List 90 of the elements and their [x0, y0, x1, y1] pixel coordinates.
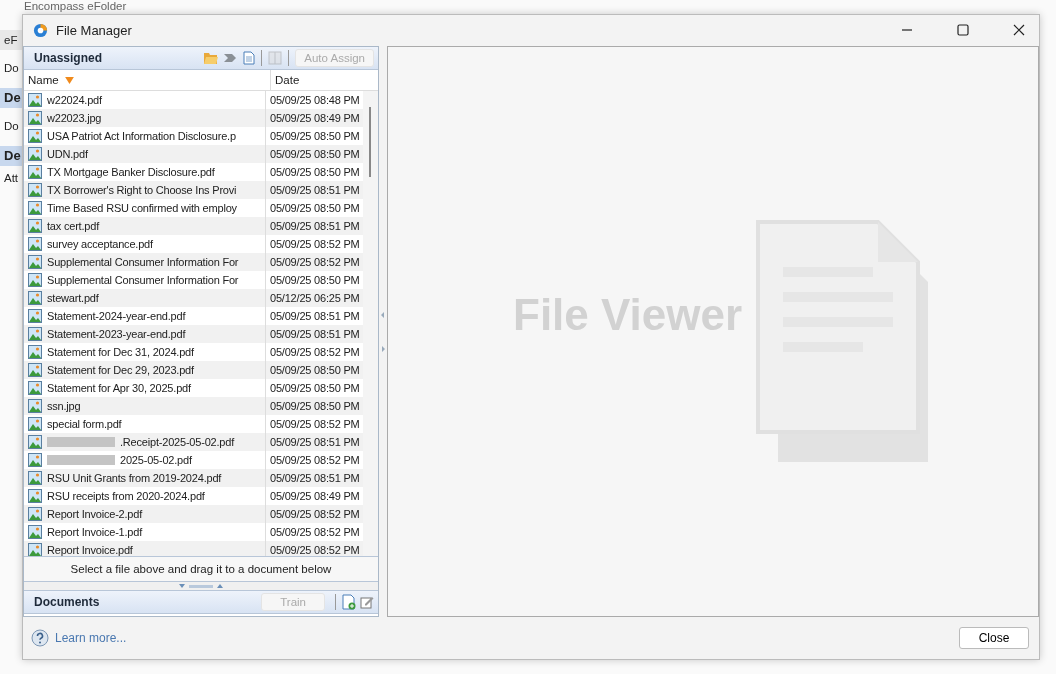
date-cell-text: 05/09/25 08:50 PM	[269, 363, 361, 378]
date-cell-text: 05/09/25 08:51 PM	[269, 327, 361, 342]
image-file-icon	[28, 345, 42, 359]
panel-title: Documents	[34, 595, 100, 609]
date-cell-text: 05/09/25 08:52 PM	[269, 237, 361, 252]
column-header[interactable]: Date	[271, 70, 378, 90]
background-label: eF	[0, 30, 22, 50]
edit-icon[interactable]	[360, 595, 374, 609]
background-label: Do	[3, 119, 20, 134]
date-cell-text: 05/09/25 08:51 PM	[269, 471, 361, 486]
help-icon[interactable]	[31, 629, 49, 647]
image-file-icon	[28, 165, 42, 179]
file-name-cell[interactable]: Statement-2023-year-end.pdf	[24, 325, 266, 343]
date-cell-text: 05/09/25 08:50 PM	[269, 399, 361, 414]
file-name-cell[interactable]: Statement for Dec 29, 2023.pdf	[24, 361, 266, 379]
collapse-arrows-icon[interactable]	[381, 311, 385, 352]
date-cell-text: 05/09/25 08:52 PM	[269, 417, 361, 432]
file-name-cell[interactable]: ssn.jpg	[24, 397, 266, 415]
file-name-cell[interactable]: w22023.jpg	[24, 109, 266, 127]
background-label: De	[0, 88, 22, 108]
image-file-icon	[28, 525, 42, 539]
image-file-icon	[28, 111, 42, 125]
file-name-cell[interactable]: RSU Unit Grants from 2019-2024.pdf	[24, 469, 266, 487]
image-file-icon	[28, 219, 42, 233]
image-file-icon	[28, 363, 42, 377]
image-file-icon	[28, 201, 42, 215]
image-file-icon	[28, 399, 42, 413]
date-cell-text: 05/09/25 08:51 PM	[269, 309, 361, 324]
date-cell-text: 05/09/25 08:49 PM	[269, 111, 361, 126]
file-name-cell[interactable]: TX Borrower's Right to Choose Ins Provi	[24, 181, 266, 199]
image-file-icon	[28, 543, 42, 556]
file-name-cell[interactable]: .Receipt-2025-05-02.pdf	[24, 433, 266, 451]
date-cell-text: 05/09/25 08:50 PM	[269, 147, 361, 162]
image-file-icon	[28, 327, 42, 341]
date-cell-text: 05/09/25 08:52 PM	[269, 453, 361, 468]
date-cell-text: 05/09/25 08:52 PM	[269, 345, 361, 360]
date-cell-text: 05/09/25 08:50 PM	[269, 381, 361, 396]
file-name-cell[interactable]: tax cert.pdf	[24, 217, 266, 235]
add-document-icon[interactable]	[342, 594, 356, 610]
maximize-icon[interactable]	[957, 24, 969, 36]
date-cell-text: 05/09/25 08:50 PM	[269, 201, 361, 216]
date-cell-text: 05/09/25 08:52 PM	[269, 507, 361, 522]
date-cell-text: 05/09/25 08:50 PM	[269, 129, 361, 144]
background-label: Do	[3, 61, 20, 76]
image-file-icon	[28, 453, 42, 467]
image-file-icon	[28, 507, 42, 521]
date-cell-text: 05/09/25 08:51 PM	[269, 435, 361, 450]
image-file-icon	[28, 93, 42, 107]
close-icon[interactable]	[1013, 24, 1025, 36]
image-file-icon	[28, 381, 42, 395]
date-cell-text: 05/09/25 08:50 PM	[269, 273, 361, 288]
image-file-icon	[28, 309, 42, 323]
document-icon[interactable]	[243, 51, 256, 65]
background-label: De	[0, 146, 22, 166]
date-cell-text: 05/09/25 08:51 PM	[269, 219, 361, 234]
window-title: File Manager	[56, 22, 132, 38]
file-name-cell[interactable]: Supplemental Consumer Information For	[24, 253, 266, 271]
date-cell-text: 05/09/25 08:49 PM	[269, 489, 361, 504]
splitter-handle-icon[interactable]	[179, 583, 223, 589]
file-name-cell[interactable]: stewart.pdf	[24, 289, 266, 307]
file-name-cell[interactable]: Report Invoice-2.pdf	[24, 505, 266, 523]
date-cell-text: 05/09/25 08:52 PM	[269, 525, 361, 540]
date-cell-text: 05/12/25 06:25 PM	[269, 291, 361, 306]
app-logo-icon	[33, 22, 48, 38]
column-header[interactable]: Name	[24, 70, 271, 90]
background-label: Att	[3, 171, 20, 186]
date-cell-text: 05/09/25 08:52 PM	[269, 255, 361, 270]
image-file-icon	[28, 291, 42, 305]
background-window-title: Encompass eFolder	[23, 0, 128, 13]
folder-icon[interactable]	[203, 51, 220, 65]
image-file-icon	[28, 471, 42, 485]
image-file-icon	[28, 183, 42, 197]
image-file-icon	[28, 147, 42, 161]
file-name-cell[interactable]: UDN.pdf	[24, 145, 266, 163]
date-cell-text: 05/09/25 08:50 PM	[269, 165, 361, 180]
date-cell-text: 05/09/25 08:52 PM	[269, 543, 361, 556]
image-file-icon	[28, 435, 42, 449]
image-file-icon	[28, 255, 42, 269]
image-file-icon	[28, 237, 42, 251]
image-file-icon	[28, 273, 42, 287]
image-file-icon	[28, 417, 42, 431]
panel-title: Unassigned	[34, 51, 102, 65]
date-cell-text: 05/09/25 08:48 PM	[269, 93, 361, 108]
hint-text: Select a file above and drag it to a document below	[24, 556, 378, 581]
date-cell-text: 05/09/25 08:51 PM	[269, 183, 361, 198]
scrollbar-thumb[interactable]	[369, 107, 371, 177]
image-file-icon	[28, 489, 42, 503]
close-button[interactable]: Close	[959, 627, 1029, 649]
image-file-icon	[28, 129, 42, 143]
learn-more-link[interactable]: Learn more...	[55, 631, 127, 645]
